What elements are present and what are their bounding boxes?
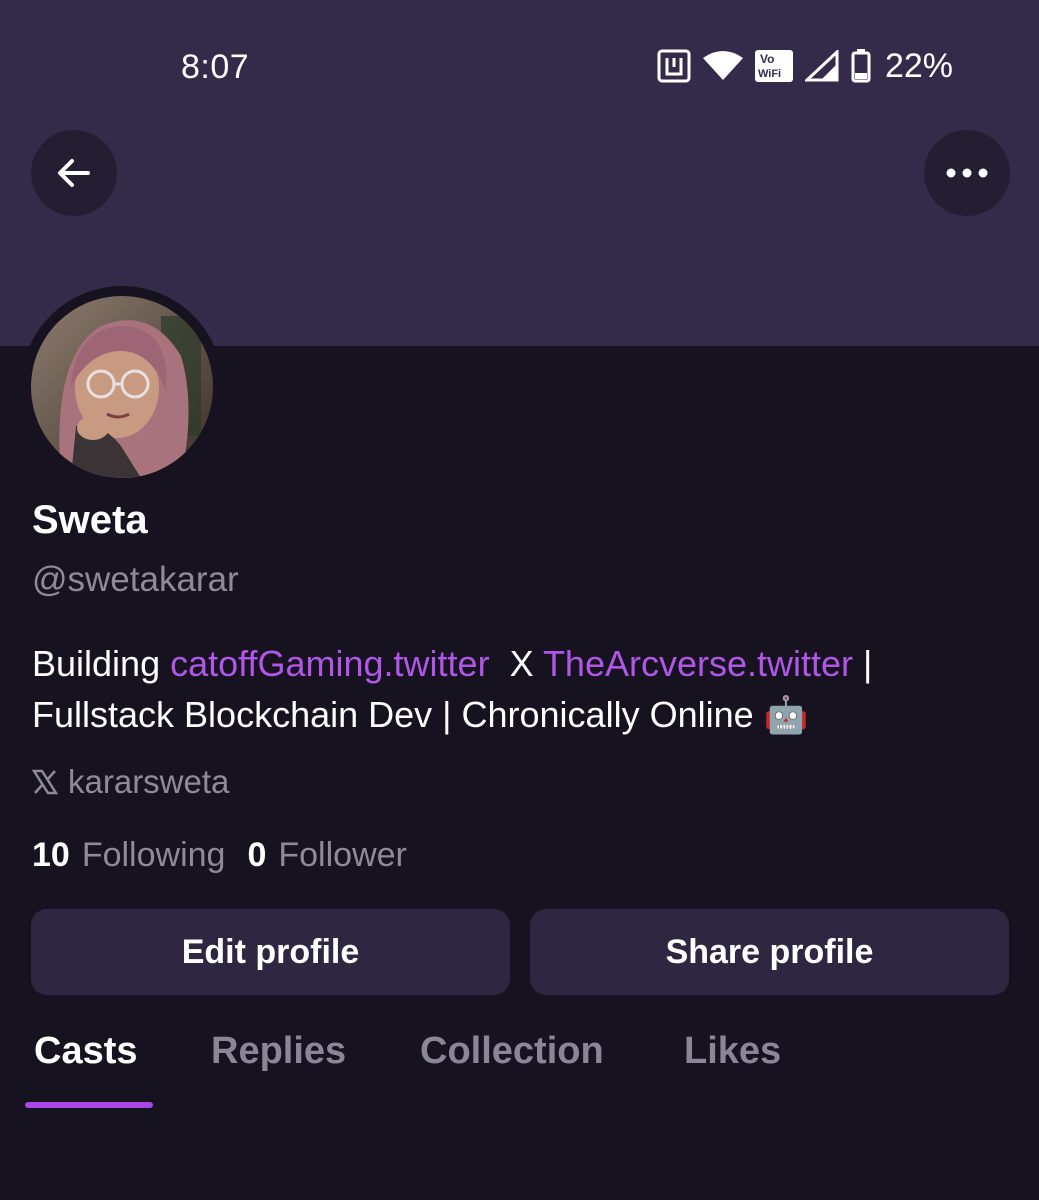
back-button[interactable]	[31, 130, 117, 216]
display-name: Sweta	[32, 498, 148, 542]
nfc-icon	[657, 49, 691, 83]
follower-count: 0	[247, 836, 267, 874]
x-logo-icon	[32, 769, 58, 795]
following-label: Following	[81, 836, 226, 874]
vowifi-bottom-text: WiFi	[758, 68, 781, 80]
status-icons: Vo WiFi 22%	[657, 46, 953, 86]
share-profile-button[interactable]: Share profile	[530, 909, 1009, 995]
follower-label: Follower	[278, 836, 407, 874]
status-time: 8:07	[181, 48, 250, 86]
avatar-frame	[21, 286, 223, 488]
social-link-x[interactable]: kararsweta	[32, 762, 229, 802]
profile-tabs: Casts Replies Collection Likes	[0, 1030, 1039, 1110]
bio-text: Building	[32, 643, 171, 684]
edit-profile-button[interactable]: Edit profile	[31, 909, 510, 995]
tab-likes[interactable]: Likes	[684, 1030, 781, 1073]
social-handle: kararsweta	[68, 763, 230, 800]
tab-casts[interactable]: Casts	[34, 1030, 138, 1073]
follower-stat[interactable]: 0 Follower	[247, 836, 428, 875]
battery-icon	[851, 49, 871, 83]
bio-link-catoffgaming[interactable]: catoffGaming.twitter	[170, 643, 489, 684]
active-tab-indicator	[25, 1102, 153, 1108]
tab-collection[interactable]: Collection	[420, 1030, 604, 1073]
more-horizontal-icon	[946, 168, 988, 178]
bio-text: X	[489, 643, 543, 684]
tab-replies[interactable]: Replies	[211, 1030, 346, 1073]
more-options-button[interactable]	[924, 130, 1010, 216]
arrow-left-icon	[58, 159, 90, 187]
following-count: 10	[32, 836, 70, 874]
signal-icon	[804, 50, 839, 82]
bio-link-thearcverse[interactable]: TheArcverse.twitter	[543, 643, 853, 684]
avatar[interactable]	[31, 296, 213, 478]
vowifi-icon: Vo WiFi	[754, 50, 793, 82]
follow-stats: 10 Following 0 Follower	[32, 836, 429, 875]
vowifi-top-text: Vo	[760, 52, 774, 66]
following-stat[interactable]: 10 Following	[32, 836, 247, 875]
bio: Building catoffGaming.twitter X TheArcve…	[32, 638, 1022, 740]
username: @swetakarar	[32, 560, 239, 599]
wifi-icon	[702, 50, 743, 82]
battery-percent: 22%	[884, 46, 953, 85]
